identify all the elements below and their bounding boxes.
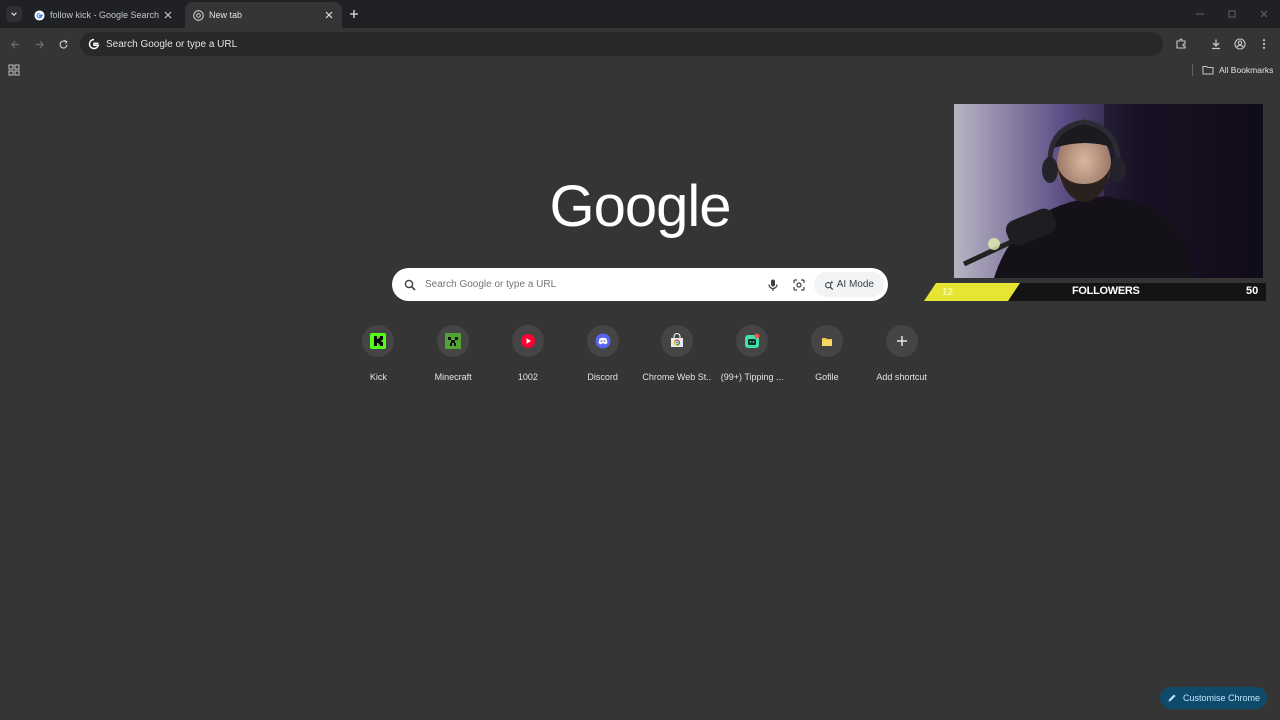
- forward-arrow-icon: [35, 40, 44, 48]
- shortcut-label: Minecraft: [434, 372, 472, 382]
- shortcut-tile: [437, 325, 470, 357]
- followers-count: 12: [942, 286, 954, 298]
- reload-button[interactable]: [55, 36, 71, 52]
- followers-goal: 50: [1246, 285, 1259, 297]
- all-bookmarks-button[interactable]: All Bookmarks: [1202, 63, 1273, 77]
- follower-goal-progress: 12: [924, 283, 1021, 301]
- discord-icon: [595, 333, 611, 349]
- kebab-menu-icon: [1262, 39, 1266, 49]
- shortcut-gofile[interactable]: Gofile: [790, 322, 865, 388]
- shortcut-tile: [810, 325, 843, 357]
- profile-button[interactable]: [1232, 36, 1248, 52]
- ai-sparkle-search-icon: [824, 280, 834, 290]
- webcam-overlay: [954, 104, 1263, 278]
- downloads-button[interactable]: [1208, 36, 1224, 52]
- google-logo: Google: [549, 173, 731, 239]
- all-bookmarks-label: All Bookmarks: [1219, 65, 1274, 75]
- shortcut-discord[interactable]: Discord: [565, 322, 640, 388]
- follower-goal-bar: 12 FOLLOWERS 50: [924, 283, 1266, 301]
- reload-icon: [58, 39, 68, 49]
- search-icon: [404, 279, 416, 291]
- shortcut-kick[interactable]: Kick: [341, 322, 416, 388]
- gofile-icon: [821, 338, 832, 346]
- browser-toolbar: Search Google or type a URL: [0, 28, 1280, 60]
- shortcut-tile: [661, 325, 694, 357]
- plus-icon: [896, 336, 907, 346]
- shortcuts-grid: Kick Minecraft 1002 Discord Chrome Web S…: [341, 322, 939, 388]
- profile-icon: [1234, 38, 1246, 50]
- minimize-button[interactable]: [1184, 0, 1216, 28]
- close-icon: [1260, 10, 1268, 18]
- tab-strip: follow kick - Google Search New tab: [0, 0, 1280, 28]
- shortcut-chrome-web-store[interactable]: Chrome Web St...: [640, 322, 715, 388]
- chrome-icon: [193, 9, 204, 21]
- tab-new-tab[interactable]: New tab: [185, 2, 342, 28]
- shortcut-label: (99+) Tipping ...: [720, 372, 784, 382]
- youtube-icon: [520, 334, 535, 348]
- download-icon: [1212, 39, 1220, 50]
- google-g-icon: [88, 38, 100, 50]
- shortcut-tile: [362, 325, 395, 357]
- menu-button[interactable]: [1256, 36, 1272, 52]
- shortcut-label: 1002: [517, 372, 538, 382]
- shortcut-label: Gofile: [815, 372, 839, 382]
- shortcut-label: Discord: [587, 372, 618, 382]
- tab-title: New tab: [209, 10, 243, 20]
- apps-grid-icon[interactable]: [8, 64, 20, 76]
- microphone-icon[interactable]: [766, 278, 780, 292]
- pencil-icon: [1168, 694, 1176, 702]
- tab-search-button[interactable]: [6, 6, 22, 22]
- new-tab-button[interactable]: [346, 6, 362, 22]
- address-bar[interactable]: Search Google or type a URL: [80, 32, 1163, 56]
- bookmarks-separator: [1192, 64, 1193, 76]
- forward-button[interactable]: [31, 36, 47, 52]
- chrome-web-store-icon: [671, 333, 684, 347]
- followers-label: FOLLOWERS: [1072, 285, 1140, 297]
- tab-title: follow kick - Google Search: [50, 10, 160, 20]
- shortcut-label: Chrome Web St...: [642, 372, 713, 382]
- back-arrow-icon: [10, 40, 19, 48]
- google-g-icon: [34, 9, 45, 21]
- close-icon[interactable]: [322, 8, 336, 22]
- ntp-search-box[interactable]: Search Google or type a URL AI Mode: [392, 268, 888, 301]
- shortcut-youtube[interactable]: 1002: [491, 322, 566, 388]
- shortcut-add[interactable]: Add shortcut: [864, 322, 939, 388]
- close-window-button[interactable]: [1248, 0, 1280, 28]
- window-controls: [1184, 0, 1280, 28]
- extensions-button[interactable]: [1173, 36, 1189, 52]
- kick-icon: [370, 333, 387, 349]
- shortcut-tile: [511, 325, 544, 357]
- minecraft-icon: [445, 333, 462, 349]
- plus-icon: [350, 10, 358, 18]
- shortcut-label: Kick: [369, 372, 387, 382]
- folder-icon: [1202, 66, 1214, 75]
- ai-mode-label: AI Mode: [836, 279, 874, 290]
- restore-button[interactable]: [1216, 0, 1248, 28]
- shortcut-tipping[interactable]: (99+) Tipping ...: [715, 322, 790, 388]
- minimize-icon: [1196, 13, 1204, 15]
- google-lens-icon[interactable]: [792, 278, 806, 292]
- puzzle-icon: [1176, 38, 1186, 49]
- close-icon[interactable]: [161, 8, 175, 22]
- tab-follow-kick[interactable]: follow kick - Google Search: [26, 2, 181, 28]
- customise-chrome-label: Customise Chrome: [1182, 693, 1261, 703]
- restore-icon: [1228, 10, 1236, 18]
- shortcut-label: Add shortcut: [876, 372, 927, 382]
- shortcut-tile: [885, 325, 918, 357]
- chevron-down-icon: [11, 12, 17, 16]
- search-placeholder: Search Google or type a URL: [425, 279, 557, 290]
- shortcut-tile: [586, 325, 619, 357]
- customise-chrome-button[interactable]: Customise Chrome: [1160, 687, 1267, 709]
- shortcut-tile: [736, 325, 769, 357]
- webcam-streamer-image: [954, 104, 1263, 278]
- ai-mode-button[interactable]: AI Mode: [813, 272, 884, 297]
- back-button[interactable]: [7, 36, 23, 52]
- bookmarks-bar: All Bookmarks: [0, 60, 1280, 80]
- tipping-icon: [745, 333, 760, 348]
- shortcut-minecraft[interactable]: Minecraft: [416, 322, 491, 388]
- address-bar-text: Search Google or type a URL: [106, 38, 238, 50]
